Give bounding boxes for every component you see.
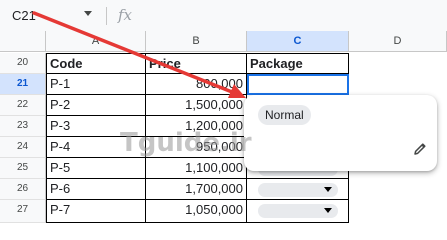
formula-bar: C21 fx <box>0 0 447 32</box>
dropdown-chip[interactable] <box>258 183 338 197</box>
table-header-price[interactable]: Price <box>146 53 247 74</box>
pencil-icon[interactable] <box>412 141 428 157</box>
dropdown-menu: Normal <box>244 95 437 171</box>
table-cell-code[interactable]: P-7 <box>46 200 146 223</box>
row-header[interactable]: 23 <box>0 116 46 137</box>
table-cell-code[interactable]: P-3 <box>46 116 146 137</box>
table-cell-price[interactable]: 950,000 <box>146 137 247 158</box>
column-header-c[interactable]: C <box>247 31 349 52</box>
table-cell-price[interactable]: 1,050,000 <box>146 200 247 223</box>
chevron-down-icon[interactable] <box>84 11 92 16</box>
table-header-code[interactable]: Code <box>46 53 146 74</box>
column-header-b[interactable]: B <box>146 31 247 52</box>
row-header[interactable]: 20 <box>0 53 46 74</box>
row-header[interactable]: 24 <box>0 137 46 158</box>
table-cell-price[interactable]: 1,100,000 <box>146 158 247 179</box>
table-header-package[interactable]: Package <box>247 53 349 74</box>
active-cell-package[interactable] <box>247 74 349 95</box>
divider <box>106 7 107 25</box>
column-header-d[interactable]: D <box>349 31 447 52</box>
select-all-corner[interactable] <box>0 31 46 52</box>
chevron-down-icon <box>324 208 332 213</box>
table-cell-code[interactable]: P-2 <box>46 95 146 116</box>
table-cell-code[interactable]: P-6 <box>46 179 146 200</box>
chevron-down-icon <box>324 187 332 192</box>
row-header[interactable]: 25 <box>0 158 46 179</box>
table-cell-price[interactable]: 800,000 <box>146 74 247 95</box>
table-cell-code[interactable]: P-1 <box>46 74 146 95</box>
row-header[interactable]: 26 <box>0 179 46 200</box>
row-header[interactable]: 21 <box>0 74 46 95</box>
table-cell-price[interactable]: 1,500,000 <box>146 95 247 116</box>
column-header-a[interactable]: A <box>46 31 146 52</box>
table-cell-price[interactable]: 1,200,000 <box>146 116 247 137</box>
row-header[interactable]: 27 <box>0 200 46 223</box>
name-box[interactable]: C21 <box>12 8 36 23</box>
dropdown-chip[interactable] <box>258 204 338 218</box>
dropdown-option-normal[interactable]: Normal <box>258 105 311 125</box>
function-icon: fx <box>118 6 133 24</box>
table-cell-code[interactable]: P-5 <box>46 158 146 179</box>
table-cell-code[interactable]: P-4 <box>46 137 146 158</box>
table-cell-price[interactable]: 1,700,000 <box>146 179 247 200</box>
row-header[interactable]: 22 <box>0 95 46 116</box>
